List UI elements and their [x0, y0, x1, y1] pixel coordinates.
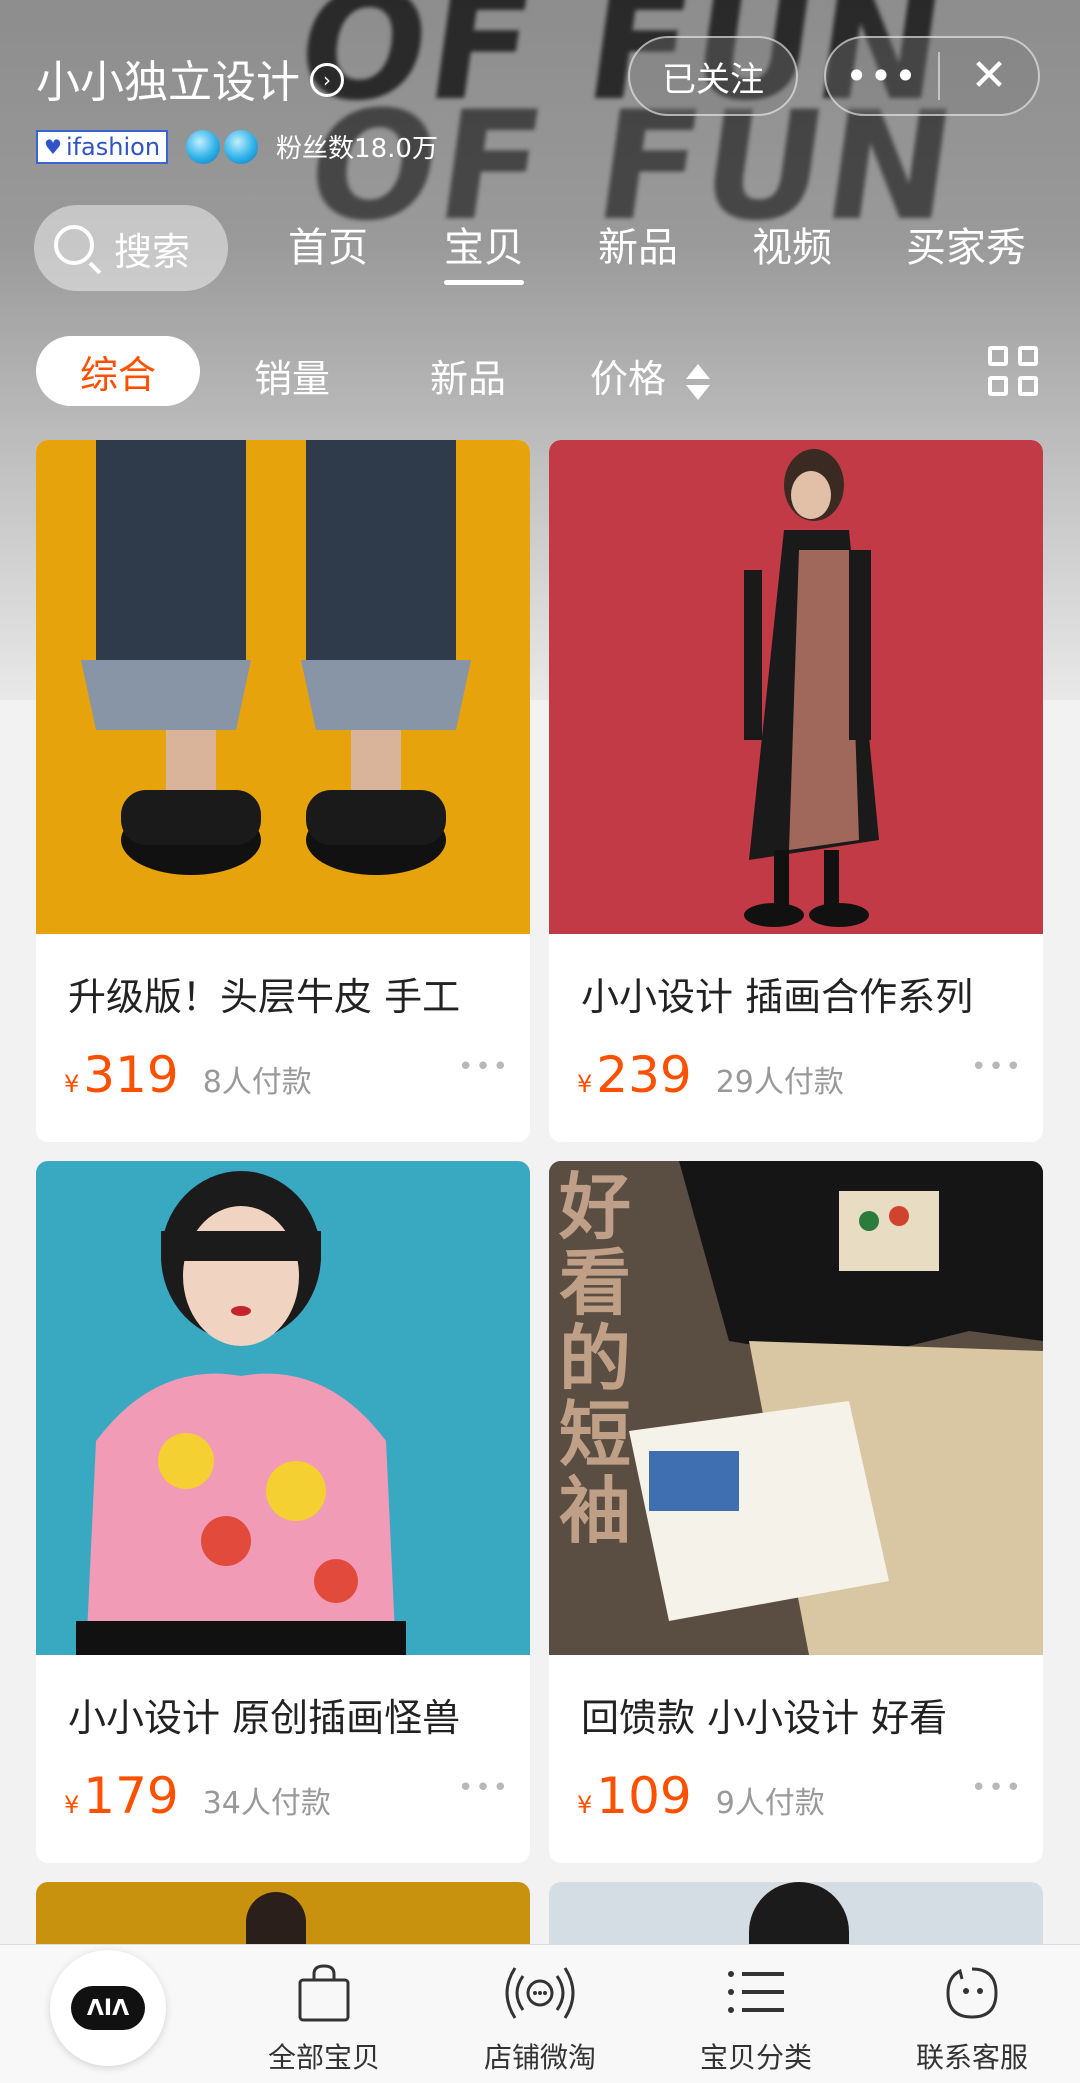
shop-logo-icon: ᐱIᐱ [71, 1986, 145, 2030]
more-options-icon[interactable]: ••• [971, 1773, 1023, 1803]
follow-button[interactable]: 已关注 [628, 36, 798, 116]
sort-arrows-icon [686, 362, 711, 402]
tab-new[interactable]: 新品 [598, 215, 678, 273]
tab-customer-service[interactable]: 联系客服 [892, 1958, 1052, 2076]
window-capsule: ••• ✕ [824, 36, 1040, 116]
shop-name-label: 小小独立设计 [36, 57, 300, 108]
product-image[interactable] [549, 440, 1043, 934]
fans-count: 粉丝数18.0万 [276, 134, 438, 164]
tab-buyer-show[interactable]: 买家秀 [906, 215, 1026, 273]
more-options-icon[interactable]: ••• [458, 1773, 510, 1803]
more-options-icon[interactable]: ••• [458, 1052, 510, 1082]
tab-home[interactable]: 首页 [288, 215, 368, 273]
product-price: 239 [596, 1046, 692, 1104]
shop-nav-tabs: 首页 宝贝 新品 视频 买家秀 [0, 215, 1080, 285]
sort-price[interactable]: 价格 [590, 348, 711, 403]
product-price-row: ¥ 319 8人付款 [64, 1046, 312, 1104]
tab-categories[interactable]: 宝贝分类 [676, 1958, 836, 2076]
sold-count: 8人付款 [202, 1065, 312, 1100]
crown-icon [186, 129, 221, 164]
product-price-row: ¥ 239 29人付款 [577, 1046, 844, 1104]
tab-label: 全部宝贝 [267, 2041, 380, 2074]
product-title[interactable]: 小小设计 插画合作系列 [581, 966, 1021, 1021]
tab-video[interactable]: 视频 [752, 215, 832, 273]
product-title[interactable]: 升级版！头层牛皮 手工 [68, 966, 508, 1021]
overlay-char: 袖 [559, 1469, 632, 1553]
tab-label: 宝贝分类 [699, 2041, 812, 2074]
product-title[interactable]: 回馈款 小小设计 好看 [581, 1687, 1021, 1742]
product-price-row: ¥ 109 9人付款 [577, 1767, 825, 1825]
shop-badges: ♥ ifashion 粉丝数18.0万 [36, 128, 438, 165]
overlay-char: 的 [559, 1317, 632, 1401]
product-card[interactable]: 小小设计 原创插画怪兽 ¥ 179 34人付款 ••• [36, 1161, 530, 1863]
tab-label: 联系客服 [915, 2041, 1028, 2074]
product-image[interactable] [36, 440, 530, 934]
heart-icon: ♥ [44, 134, 62, 159]
currency-symbol: ¥ [64, 1070, 80, 1098]
product-price: 179 [83, 1767, 179, 1825]
product-card[interactable]: 好 看 的 短 袖 回馈款 小小设计 好看 ¥ 109 9人付款 ••• [549, 1161, 1043, 1863]
sort-new[interactable]: 新品 [430, 348, 506, 403]
shop-page: OF FUN OF FUN 小小独立设计 › 已关注 ••• ✕ ♥ ifash… [0, 0, 1080, 2083]
sort-comprehensive[interactable]: 综合 [36, 336, 200, 406]
tab-items[interactable]: 宝贝 [444, 215, 524, 285]
crown-icon [224, 129, 259, 164]
ifashion-badge: ♥ ifashion [36, 129, 169, 164]
sort-sales[interactable]: 销量 [254, 348, 330, 403]
product-image[interactable] [36, 1161, 530, 1655]
product-image[interactable]: 好 看 的 短 袖 [549, 1161, 1043, 1655]
overlay-char: 短 [559, 1393, 632, 1477]
grid-view-icon[interactable] [988, 346, 1040, 398]
sold-count: 29人付款 [715, 1065, 844, 1100]
product-price: 109 [596, 1767, 692, 1825]
overlay-vertical-text: 好 看 的 短 袖 [559, 1171, 639, 1547]
overlay-char: 看 [559, 1241, 632, 1325]
shop-logo-button[interactable]: ᐱIᐱ [50, 1950, 166, 2066]
tab-shop-feed[interactable]: 店铺微淘 [460, 1958, 620, 2076]
ifashion-badge-label: ifashion [65, 132, 161, 161]
broadcast-icon [460, 1958, 620, 2028]
sort-price-label: 价格 [590, 357, 667, 401]
currency-symbol: ¥ [577, 1070, 593, 1098]
shop-level-crowns [186, 129, 259, 164]
currency-symbol: ¥ [64, 1791, 80, 1819]
sold-count: 34人付款 [202, 1786, 331, 1821]
product-card[interactable]: 升级版！头层牛皮 手工 ¥ 319 8人付款 ••• [36, 440, 530, 1142]
product-price-row: ¥ 179 34人付款 [64, 1767, 331, 1825]
overlay-char: 好 [559, 1165, 632, 1249]
shop-name[interactable]: 小小独立设计 › [36, 46, 344, 110]
close-icon[interactable]: ✕ [940, 54, 1038, 98]
tab-label: 店铺微淘 [483, 2041, 596, 2074]
product-card[interactable]: 小小设计 插画合作系列 ¥ 239 29人付款 ••• [549, 440, 1043, 1142]
shopping-bag-icon [244, 1958, 404, 2028]
product-title[interactable]: 小小设计 原创插画怪兽 [68, 1687, 508, 1742]
more-dots-icon[interactable]: ••• [826, 57, 938, 95]
currency-symbol: ¥ [577, 1791, 593, 1819]
chevron-right-circle-icon: › [310, 63, 344, 97]
product-price: 319 [83, 1046, 179, 1104]
list-icon [676, 1958, 836, 2028]
sold-count: 9人付款 [715, 1786, 825, 1821]
chat-face-icon [892, 1958, 1052, 2028]
tab-all-items[interactable]: 全部宝贝 [244, 1958, 404, 2076]
more-options-icon[interactable]: ••• [971, 1052, 1023, 1082]
